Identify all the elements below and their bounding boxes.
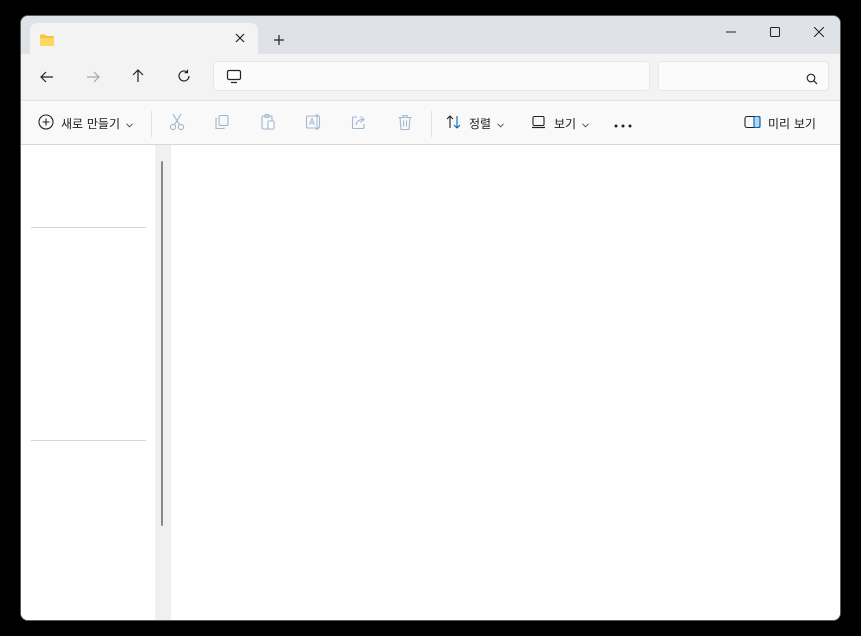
share-icon (351, 114, 367, 133)
back-arrow-icon (40, 68, 54, 87)
chevron-down-icon (126, 117, 133, 131)
address-bar[interactable] (213, 61, 650, 91)
more-icon (614, 117, 632, 131)
title-bar (21, 16, 840, 54)
cut-icon (169, 113, 185, 134)
divider (151, 111, 152, 137)
this-pc-icon (226, 69, 242, 88)
minimize-button[interactable] (709, 16, 753, 46)
folder-icon (39, 32, 55, 51)
nav-section-divider (31, 440, 146, 441)
back-button[interactable] (33, 64, 61, 90)
more-options-button[interactable] (614, 101, 632, 146)
navigation-pane[interactable] (21, 145, 155, 620)
up-button[interactable] (124, 64, 152, 90)
sort-icon (446, 115, 462, 132)
close-icon[interactable] (232, 29, 248, 47)
copy-button[interactable] (214, 101, 230, 146)
delete-icon (397, 114, 413, 134)
maximize-icon (770, 22, 780, 41)
chevron-down-icon (582, 117, 589, 131)
preview-pane-icon (744, 115, 761, 132)
new-label: 새로 만들기 (61, 117, 121, 131)
forward-button[interactable] (79, 64, 107, 90)
active-tab[interactable] (30, 23, 258, 54)
copy-icon (214, 114, 230, 133)
nav-scrollbar-track[interactable] (155, 145, 171, 620)
plus-icon (273, 31, 285, 50)
rename-icon (305, 113, 323, 134)
delete-button[interactable] (397, 101, 413, 146)
rename-button[interactable] (305, 101, 323, 146)
nav-section-divider (31, 227, 146, 228)
view-label: 보기 (554, 117, 577, 131)
explorer-body (21, 145, 840, 620)
new-button[interactable]: 새로 만들기 (38, 101, 133, 146)
close-icon (813, 22, 825, 41)
paste-icon (260, 113, 276, 134)
paste-button[interactable] (260, 101, 276, 146)
navigation-bar (21, 54, 840, 100)
nav-scrollbar-thumb[interactable] (161, 161, 163, 526)
search-icon (806, 70, 818, 89)
cut-button[interactable] (169, 101, 185, 146)
refresh-icon (177, 68, 191, 87)
preview-label: 미리 보기 (768, 117, 816, 131)
file-list-pane[interactable] (171, 145, 840, 620)
sort-label: 정렬 (469, 117, 492, 131)
sort-button[interactable]: 정렬 (446, 101, 504, 146)
add-circle-icon (38, 114, 54, 133)
up-arrow-icon (132, 68, 144, 87)
refresh-button[interactable] (170, 64, 198, 90)
view-button[interactable]: 보기 (531, 101, 589, 146)
share-button[interactable] (351, 101, 367, 146)
file-explorer-window: 새로 만들기 정렬 보기 미리 보기 (20, 15, 841, 621)
maximize-button[interactable] (753, 16, 797, 46)
close-window-button[interactable] (797, 16, 840, 46)
forward-arrow-icon (86, 68, 100, 87)
view-icon (531, 115, 547, 132)
minimize-icon (726, 22, 736, 41)
chevron-down-icon (497, 117, 504, 131)
new-tab-button[interactable] (268, 29, 290, 51)
command-bar: 새로 만들기 정렬 보기 미리 보기 (21, 100, 840, 145)
search-box[interactable] (658, 61, 829, 91)
preview-pane-button[interactable]: 미리 보기 (744, 101, 816, 146)
divider (431, 111, 432, 137)
